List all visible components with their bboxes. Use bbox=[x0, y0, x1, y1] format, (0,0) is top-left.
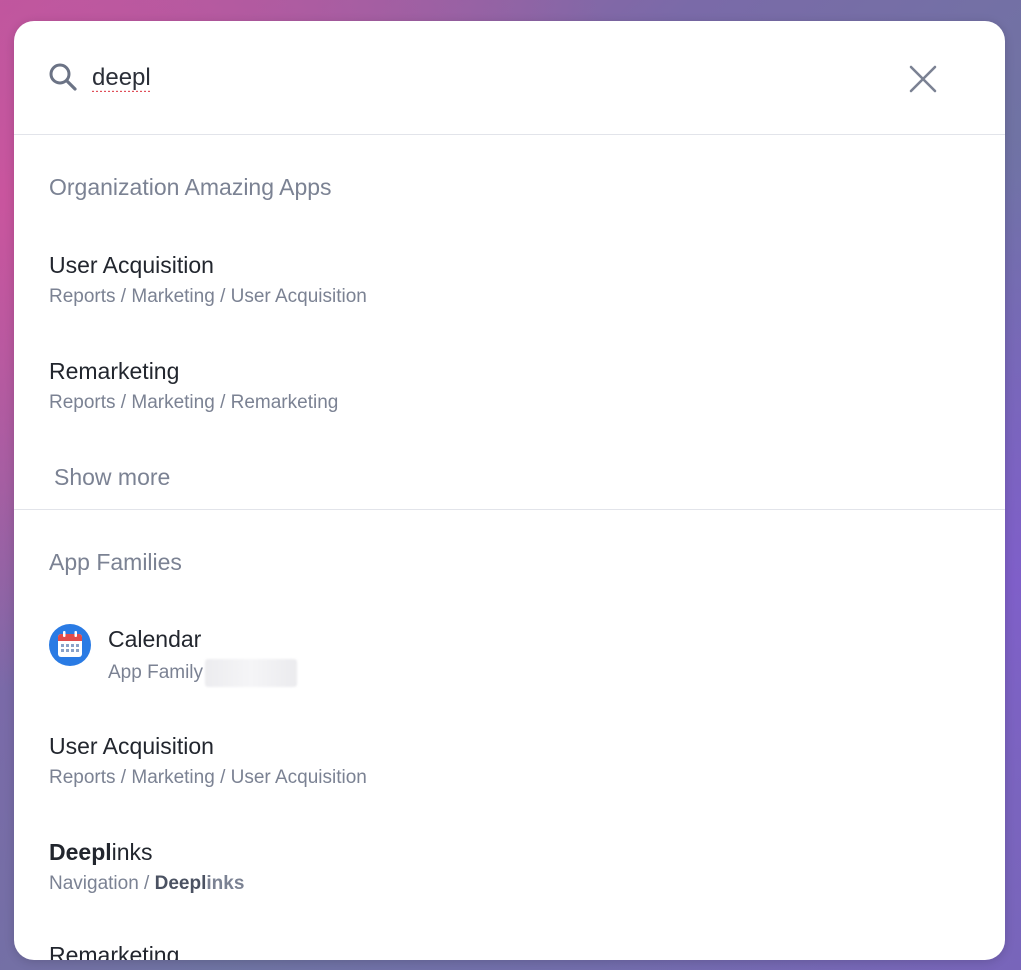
result-path: Reports / Marketing / User Acquisition bbox=[49, 767, 367, 788]
result-subtitle: App Family bbox=[108, 662, 204, 684]
result-path: Reports / Marketing / User Acquisition bbox=[49, 286, 367, 307]
result-remarketing[interactable]: Remarketing Reports / Marketing / Remark… bbox=[49, 357, 338, 415]
redacted-text bbox=[205, 659, 298, 687]
result-calendar-family[interactable]: Calendar App Family bbox=[108, 625, 298, 687]
result-path: Reports / Marketing / Remarketing bbox=[49, 392, 339, 413]
path-prefix: Navigation / bbox=[49, 873, 155, 894]
result-user-acquisition[interactable]: User Acquisition Reports / Marketing / U… bbox=[49, 251, 367, 309]
close-icon[interactable] bbox=[907, 63, 939, 95]
result-user-acquisition-family[interactable]: User Acquisition Reports / Marketing / U… bbox=[49, 732, 367, 790]
section-title-app-families: App Families bbox=[49, 549, 182, 575]
result-title: Deeplinks bbox=[49, 838, 244, 866]
result-title: Calendar bbox=[108, 626, 202, 652]
match-highlight: Deepl bbox=[154, 873, 207, 894]
match-highlight: Deepl bbox=[49, 839, 112, 865]
result-title: Remarketing bbox=[49, 358, 180, 384]
result-path: Navigation / Deeplinks bbox=[49, 872, 244, 896]
section-divider bbox=[14, 509, 1005, 510]
result-remarketing-partial[interactable]: Remarketing bbox=[49, 942, 179, 960]
result-title: User Acquisition bbox=[49, 733, 214, 759]
section-title-organization: Organization Amazing Apps bbox=[49, 174, 332, 200]
search-icon bbox=[49, 63, 77, 91]
calendar-app-icon bbox=[49, 624, 91, 666]
title-rest: inks bbox=[111, 839, 153, 865]
show-more-link[interactable]: Show more bbox=[54, 464, 170, 491]
result-deeplinks[interactable]: Deeplinks Navigation / Deeplinks bbox=[49, 838, 244, 896]
search-bar bbox=[14, 21, 1005, 135]
result-path: App Family bbox=[108, 659, 298, 687]
search-dialog: Organization Amazing Apps User Acquisiti… bbox=[14, 21, 1005, 960]
path-rest: inks bbox=[206, 873, 245, 894]
search-input[interactable] bbox=[92, 59, 852, 97]
result-title: User Acquisition bbox=[49, 252, 214, 278]
